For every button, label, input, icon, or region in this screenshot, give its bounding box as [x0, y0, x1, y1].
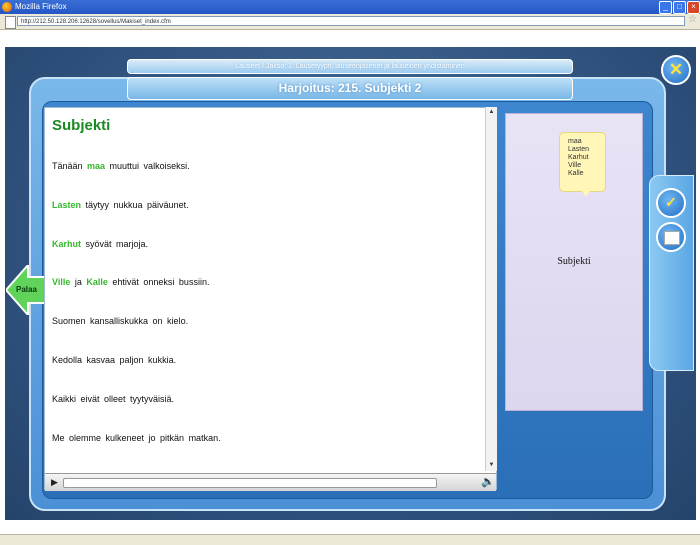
- scroll-up-icon[interactable]: ▲: [487, 108, 496, 117]
- window-close-button[interactable]: ×: [687, 1, 700, 14]
- maximize-button[interactable]: □: [673, 1, 686, 14]
- vertical-scrollbar[interactable]: ▲ ▼: [485, 107, 497, 471]
- answer-bubble[interactable]: maa Lasten Karhut Ville Kalle: [559, 132, 606, 197]
- tool-panel: ✓: [649, 175, 694, 371]
- sentence-row: Lasten täytyy nukkua päiväunet.: [52, 200, 189, 210]
- breadcrumb: Lauseet / Jakso: 1. Lausetyypit, lauseen…: [127, 59, 573, 74]
- subject-word[interactable]: Lasten: [52, 200, 81, 210]
- sentence-row: Tänään maa muuttui valkoiseksi.: [52, 161, 190, 171]
- bookmark-star-icon[interactable]: ☆: [688, 14, 697, 25]
- close-x-icon: ✕: [668, 60, 684, 79]
- category-label: Subjekti: [557, 256, 591, 267]
- answer-item: maa: [568, 138, 582, 145]
- sentence-text: muuttui valkoiseksi.: [105, 161, 190, 171]
- subject-word[interactable]: maa: [87, 161, 105, 171]
- sentence-row: Kedolla kasvaa paljon kukkia.: [52, 355, 176, 365]
- answer-panel: maa Lasten Karhut Ville Kalle Subjekti: [505, 113, 643, 411]
- minimize-button[interactable]: _: [659, 1, 672, 14]
- sentence-text: syövät marjoja.: [81, 238, 149, 249]
- subject-word[interactable]: Ville: [52, 277, 70, 287]
- audio-progress-track[interactable]: [63, 478, 437, 488]
- exercise-content: Subjekti Tänään maa muuttui valkoiseksi.…: [44, 107, 497, 490]
- browser-statusbar: [0, 534, 700, 545]
- page-title: Harjoitus: 215. Subjekti 2: [127, 77, 573, 100]
- answer-item: Ville: [568, 162, 582, 169]
- sentence-row: Karhut syövät marjoja.: [52, 239, 148, 249]
- browser-title: Mozilla Firefox: [15, 2, 67, 11]
- sentence-row: Ville ja Kalle ehtivät onneksi bussiin.: [52, 277, 209, 287]
- volume-icon[interactable]: 🔈: [481, 475, 495, 488]
- document-icon: [664, 231, 680, 245]
- sentence-text: Me olemme kulkeneet jo pitkän matkan.: [52, 432, 221, 443]
- close-button[interactable]: ✕: [661, 55, 691, 85]
- sentence-text: Kaikki eivät olleet tyytyväisiä.: [52, 393, 175, 404]
- sentence-text: Tänään: [52, 161, 88, 171]
- answer-item: Karhut: [568, 154, 589, 161]
- firefox-icon: [2, 2, 12, 12]
- sentence-row: Suomen kansalliskukka on kielo.: [52, 316, 188, 326]
- sentence-row: Kaikki eivät olleet tyytyväisiä.: [52, 394, 174, 404]
- sentence-row: Me olemme kulkeneet jo pitkän matkan.: [52, 433, 221, 443]
- exercise-heading: Subjekti: [52, 117, 111, 134]
- check-button[interactable]: ✓: [656, 188, 686, 218]
- check-icon: ✓: [665, 194, 677, 210]
- answer-item: Kalle: [568, 170, 584, 177]
- audio-player: ▶ 🔈: [45, 473, 496, 491]
- address-bar: http://212.50.128.206:12628/sovellus/Mak…: [0, 14, 700, 30]
- subject-word[interactable]: Karhut: [52, 239, 81, 249]
- play-icon[interactable]: ▶: [51, 477, 58, 488]
- url-field[interactable]: http://212.50.128.206:12628/sovellus/Mak…: [17, 16, 685, 26]
- bubble-tail: [582, 191, 590, 197]
- sentence-text: ja: [70, 277, 87, 288]
- sentence-text: täytyy nukkua päiväunet.: [81, 199, 189, 210]
- browser-titlebar: Mozilla Firefox _ □ ×: [0, 0, 700, 14]
- sentence-text: ehtivät onneksi bussiin.: [107, 277, 210, 288]
- document-button[interactable]: [656, 222, 686, 252]
- answer-item: Lasten: [568, 146, 590, 153]
- sentence-text: Suomen kansalliskukka on kielo.: [52, 316, 189, 327]
- scroll-down-icon[interactable]: ▼: [487, 461, 496, 470]
- page-icon: [5, 16, 16, 29]
- sentence-text: Kedolla kasvaa paljon kukkia.: [52, 355, 177, 365]
- back-button-label: Palaa: [16, 285, 37, 294]
- subject-word[interactable]: Kalle: [86, 277, 108, 287]
